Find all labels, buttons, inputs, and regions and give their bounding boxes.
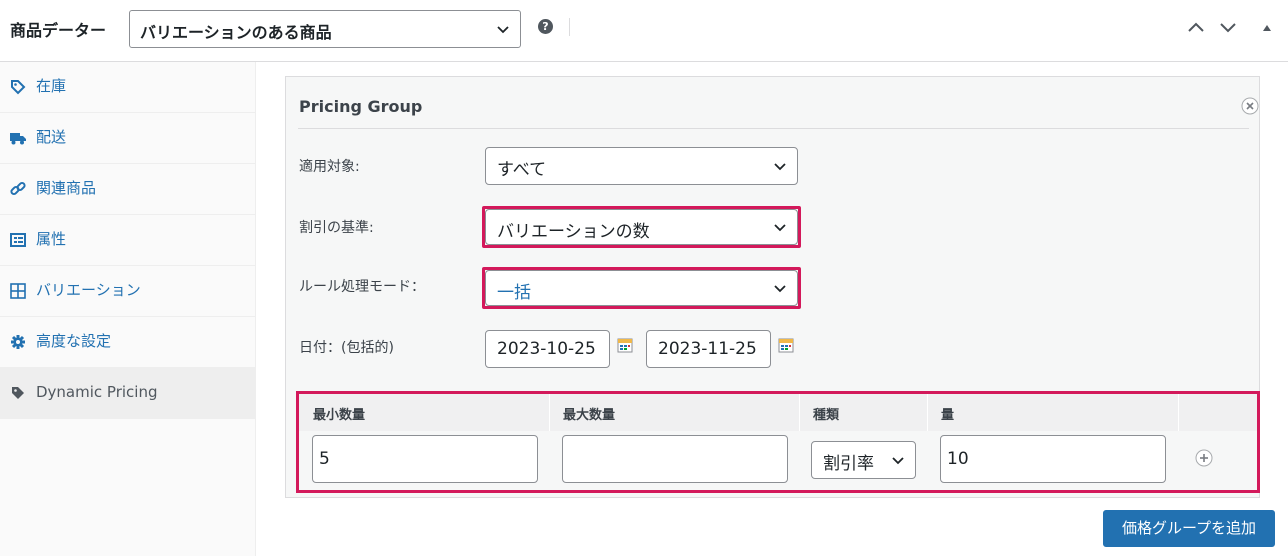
add-rule-icon[interactable]: [1195, 449, 1213, 467]
dates-label: 日付：(包括的): [299, 340, 394, 356]
help-icon[interactable]: ?: [538, 19, 553, 34]
chevron-up-icon[interactable]: [1187, 20, 1205, 34]
discount-basis-value: バリエーションの数: [497, 222, 650, 242]
rule-mode-select[interactable]: 一括: [485, 270, 798, 306]
sidebar-item-label: バリエーション: [36, 281, 141, 299]
product-type-value: バリエーションのある商品: [140, 23, 332, 42]
sidebar-item-attributes[interactable]: 属性: [0, 215, 255, 266]
calendar-icon[interactable]: [617, 337, 633, 353]
applies-to-value: すべて: [497, 160, 547, 180]
sidebar-item-label: 配送: [36, 128, 67, 146]
chevron-down-icon: [774, 285, 786, 293]
col-min-quantity: 最小数量: [313, 408, 366, 423]
max-quantity-input[interactable]: [562, 435, 788, 483]
chevron-down-icon[interactable]: [1219, 20, 1237, 34]
pricing-group-title: Pricing Group: [299, 97, 423, 116]
grid-icon: [10, 283, 26, 299]
link-icon: [10, 181, 26, 196]
list-icon: [10, 233, 26, 247]
col-type: 種類: [813, 408, 840, 423]
sidebar-item-label: 高度な設定: [36, 332, 112, 350]
discount-basis-label: 割引の基準:: [299, 220, 374, 236]
chevron-down-icon: [774, 163, 786, 171]
calendar-icon[interactable]: [778, 337, 794, 353]
tag-icon: [11, 80, 26, 95]
sidebar-item-inventory[interactable]: 在庫: [0, 62, 255, 113]
sidebar-item-variations[interactable]: バリエーション: [0, 266, 255, 317]
sidebar-item-dynamic-pricing[interactable]: Dynamic Pricing: [0, 368, 255, 419]
sidebar-item-shipping[interactable]: 配送: [0, 113, 255, 164]
panel-divider: [298, 128, 1249, 129]
amount-input[interactable]: 10: [940, 435, 1166, 483]
pricing-rules-table: 最小数量 最大数量 種類 量 5 割引率 10: [296, 391, 1260, 493]
column-divider: [549, 394, 550, 431]
applies-to-label: 適用対象:: [299, 159, 360, 175]
discount-basis-select[interactable]: バリエーションの数: [485, 209, 798, 245]
rule-mode-label: ルール処理モード：: [299, 279, 425, 295]
close-icon[interactable]: [1241, 97, 1259, 115]
date-to-input[interactable]: 2023-11-25: [646, 330, 771, 368]
truck-icon: [10, 133, 26, 145]
col-max-quantity: 最大数量: [563, 408, 616, 423]
date-from-input[interactable]: 2023-10-25: [485, 330, 610, 368]
sidebar-item-label: 在庫: [36, 77, 67, 95]
rule-type-value: 割引率: [823, 454, 874, 474]
tag-icon: [12, 387, 24, 399]
column-divider: [799, 394, 800, 431]
gear-icon: [11, 335, 25, 349]
chevron-down-icon: [497, 26, 509, 34]
column-divider: [1178, 394, 1179, 431]
product-data-tabs: 在庫 配送 関連商品 属性 バリエーション 高度な設定 Dynamic Pric…: [0, 62, 256, 556]
header-divider: [569, 18, 570, 36]
product-type-select[interactable]: バリエーションのある商品: [129, 10, 521, 48]
col-amount: 量: [941, 408, 955, 423]
chevron-down-icon: [892, 457, 904, 465]
applies-to-select[interactable]: すべて: [485, 147, 798, 185]
chevron-down-icon: [774, 224, 786, 232]
sidebar-item-label: Dynamic Pricing: [36, 383, 158, 401]
column-divider: [927, 394, 928, 431]
sidebar-item-label: 関連商品: [36, 179, 97, 197]
collapse-triangle-icon[interactable]: [1262, 24, 1272, 32]
min-quantity-input[interactable]: 5: [312, 435, 538, 483]
sidebar-item-label: 属性: [36, 230, 67, 248]
product-data-title: 商品データー: [10, 21, 107, 40]
sidebar-item-linked-products[interactable]: 関連商品: [0, 164, 255, 215]
add-pricing-group-button[interactable]: 価格グループを追加: [1103, 510, 1275, 547]
table-header: 最小数量 最大数量 種類 量: [299, 394, 1257, 431]
rule-type-select[interactable]: 割引率: [811, 441, 916, 479]
sidebar-item-advanced[interactable]: 高度な設定: [0, 317, 255, 368]
rule-mode-value: 一括: [497, 283, 531, 303]
product-data-header: 商品データー バリエーションのある商品 ?: [0, 0, 1288, 62]
